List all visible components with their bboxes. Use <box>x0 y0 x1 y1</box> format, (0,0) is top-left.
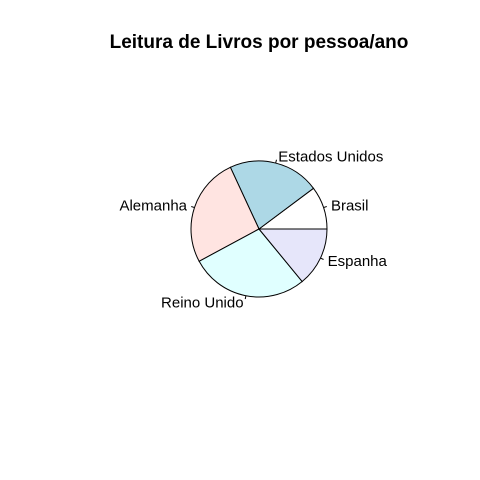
pie-label-reino-unido: Reino Unido <box>161 294 244 311</box>
pie-label-estados-unidos: Estados Unidos <box>278 148 383 165</box>
chart-title: Leitura de Livros por pessoa/ano <box>110 32 409 53</box>
pie-label-brasil: Brasil <box>331 197 369 214</box>
pie-label-alemanha: Alemanha <box>119 197 187 214</box>
pie-label-espanha: Espanha <box>328 253 388 270</box>
pie-chart: Leitura de Livros por pessoa/ano Brasil E… <box>0 0 480 480</box>
pie-slices <box>190 160 328 298</box>
label-tick-reino-unido <box>244 295 247 300</box>
